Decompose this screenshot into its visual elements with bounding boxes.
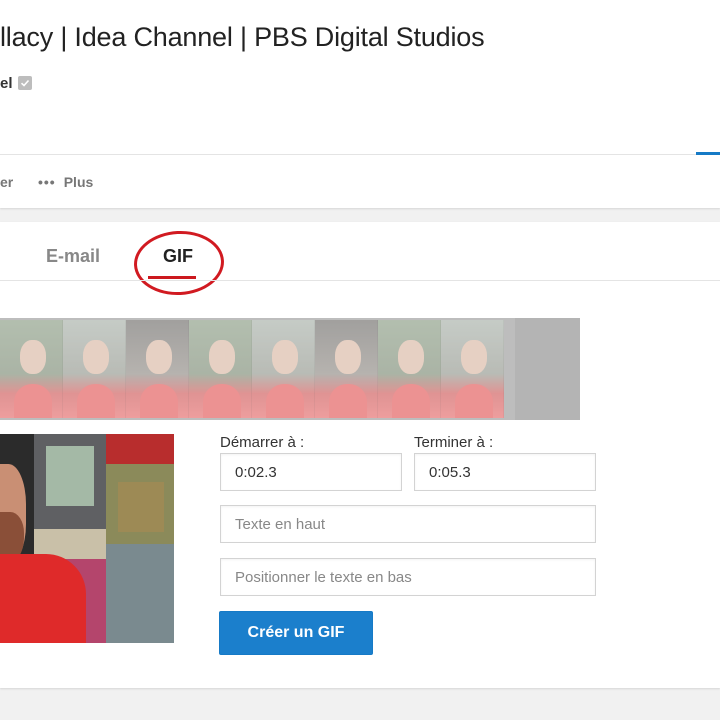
info-divider: [0, 154, 720, 155]
gif-preview: [0, 434, 174, 643]
video-title: llacy | Idea Channel | PBS Digital Studi…: [0, 22, 485, 52]
end-time-input[interactable]: [414, 453, 596, 491]
create-gif-button[interactable]: Créer un GIF: [219, 611, 373, 655]
share-action-partial[interactable]: er: [0, 174, 13, 190]
more-button[interactable]: ••• Plus: [38, 174, 93, 190]
more-dots-icon: •••: [38, 174, 56, 190]
preview-poster: [106, 544, 174, 643]
bottom-text-input[interactable]: [220, 558, 596, 596]
more-label: Plus: [63, 174, 94, 190]
channel-name[interactable]: el: [0, 75, 13, 92]
end-time-label: Terminer à :: [414, 434, 494, 451]
filmstrip-range-handle[interactable]: [515, 318, 580, 420]
start-time-input[interactable]: [220, 453, 402, 491]
filmstrip-unselected-veil: [0, 318, 515, 420]
share-panel: E-mail GIF Démarrer à : Terminer à: 0:0…: [0, 222, 720, 688]
channel-row: el: [0, 73, 32, 93]
verified-icon: [17, 76, 32, 90]
preview-poster: [106, 434, 174, 464]
tabs-divider: [0, 280, 720, 281]
preview-poster: [118, 482, 164, 532]
actions-row: er ••• Plus: [0, 170, 93, 194]
gif-tab-highlight-circle: [132, 228, 226, 298]
preview-poster: [46, 446, 94, 506]
active-info-tab-underline: [696, 152, 720, 155]
gif-filmstrip[interactable]: [0, 318, 580, 420]
preview-host-shirt: [0, 554, 86, 643]
start-time-label: Démarrer à :: [220, 434, 305, 451]
share-tabs: E-mail GIF: [0, 222, 720, 298]
top-text-input[interactable]: [220, 505, 596, 543]
tab-email[interactable]: E-mail: [46, 246, 100, 267]
video-info-card: llacy | Idea Channel | PBS Digital Studi…: [0, 0, 720, 208]
